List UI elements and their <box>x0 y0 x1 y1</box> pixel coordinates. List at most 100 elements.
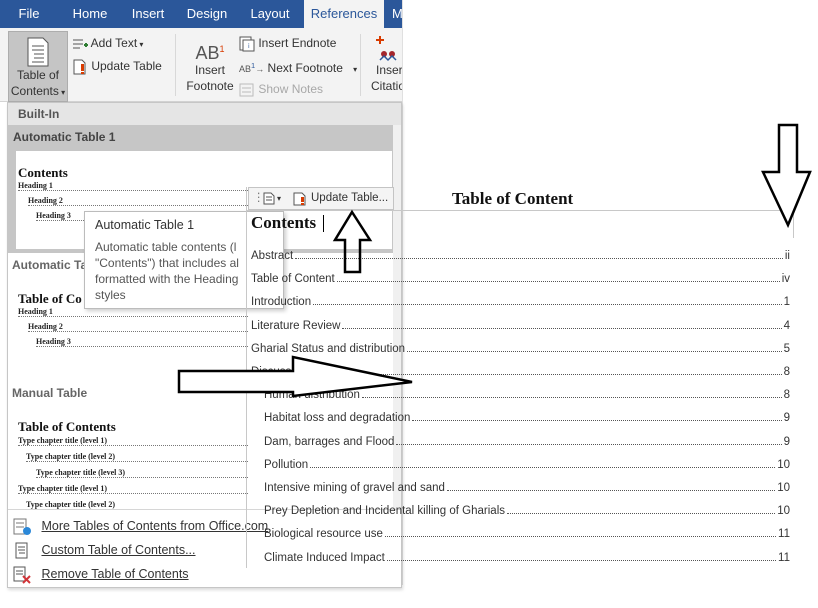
toc-entry-text: Habitat loss and degradation <box>264 412 411 424</box>
toc-entry[interactable]: Climate Induced Impact 11 <box>264 548 790 564</box>
remove-toc-menu-item[interactable]: Remove Table of Contents <box>12 562 189 586</box>
insert-citation-label-1: Inser <box>376 63 402 77</box>
custom-toc-label: Custom Table of Contents... <box>41 543 196 557</box>
toc-entry-text: Discussion <box>251 366 307 378</box>
toc-entry-page: 9 <box>783 412 790 424</box>
gallery-item-automatic-table-1-title[interactable]: Automatic Table 1 <box>8 125 401 149</box>
toc-entry-page: 10 <box>777 459 790 471</box>
toc-dot-leader <box>407 351 782 352</box>
gallery-item-automatic-table-2-title[interactable]: Automatic Ta <box>12 258 87 272</box>
toc-entry[interactable]: Abstract ii <box>251 246 790 262</box>
update-table-icon <box>293 192 306 206</box>
toc-entry-page: 10 <box>777 482 790 494</box>
preview-chapter-level-2: Type chapter title (level 2) <box>26 452 248 462</box>
ribbon-panel: Table of Contents ▾ Add Text ▾ Update Ta… <box>0 28 402 102</box>
toc-dot-leader <box>336 281 780 282</box>
next-footnote-button[interactable]: AB1→ Next Footnote ▾ <box>239 56 357 76</box>
preview-heading-1: Heading 1 <box>18 181 248 191</box>
toc-entry-text: Dam, barrages and Flood <box>264 436 395 448</box>
toc-dot-leader <box>412 420 782 421</box>
update-table-icon <box>73 59 86 75</box>
toc-entry[interactable]: Discussion 8 <box>251 362 790 378</box>
add-text-button[interactable]: Add Text ▾ <box>72 33 143 53</box>
toc-menu-icon[interactable] <box>263 192 275 205</box>
insert-endnote-button[interactable]: i Insert Endnote <box>239 33 336 53</box>
toc-entry-page: 11 <box>778 552 790 564</box>
toc-button-label-1: Table of <box>16 68 60 82</box>
show-notes-icon <box>239 83 254 97</box>
toc-control-tab[interactable]: ⋮ ▾ Update Table... <box>248 187 394 210</box>
tab-design[interactable]: Design <box>180 0 234 28</box>
toc-entry-text: Intensive mining of gravel and sand <box>264 482 445 494</box>
preview-chapter-level-1: Type chapter title (level 1) <box>18 484 248 494</box>
preview-chapter-level-3: Type chapter title (level 3) <box>36 468 248 478</box>
insert-citation-button[interactable]: Inser Citatio <box>366 34 402 100</box>
toc-entry-page: 5 <box>783 343 790 355</box>
gallery-section-builtin: Built-In <box>8 103 401 125</box>
tab-insert[interactable]: Insert <box>122 0 174 28</box>
insert-endnote-icon: i <box>239 36 255 52</box>
preview-heading-2: Heading 2 <box>28 322 248 332</box>
toc-entry-text: Biological resource use <box>264 528 383 540</box>
more-tables-label: More Tables of Contents from Office.com <box>41 519 269 533</box>
text-cursor <box>323 215 324 232</box>
insert-citation-label-2: Citatio <box>371 79 402 93</box>
toc-dot-leader <box>361 397 782 398</box>
toc-entry-page: ii <box>784 250 790 262</box>
toc-dot-leader <box>313 304 782 305</box>
toc-entry[interactable]: Habitat loss and degradation 9 <box>264 408 790 424</box>
preview-chapter-level-2: Type chapter title (level 2) <box>26 500 248 509</box>
insert-endnote-label: Insert Endnote <box>258 36 337 50</box>
tab-mailings[interactable]: M <box>392 0 402 28</box>
toc-entry-text: Pollution <box>264 459 309 471</box>
preview-chapter-level-1: Type chapter title (level 1) <box>18 436 248 446</box>
preview-heading-2: Heading 2 <box>28 196 248 206</box>
ribbon-separator <box>175 34 176 96</box>
show-notes-button[interactable]: Show Notes <box>239 79 323 99</box>
toc-dot-leader <box>386 560 777 561</box>
toc-entry-page: 1 <box>783 296 790 308</box>
table-of-contents-button[interactable]: Table of Contents ▾ <box>8 31 68 102</box>
add-text-label: Add Text <box>90 36 138 50</box>
update-table-button[interactable]: Update Table <box>72 56 162 76</box>
drag-handle-icon[interactable]: ⋮ <box>253 188 264 209</box>
toc-entry[interactable]: Literature Review 4 <box>251 316 790 332</box>
tab-file[interactable]: File <box>0 0 58 28</box>
toc-entry-text: Abstract <box>251 250 294 262</box>
toc-entry[interactable]: Pollution 10 <box>264 455 790 471</box>
toc-entry[interactable]: Introduction 1 <box>251 292 790 308</box>
toc-entry-page: 9 <box>783 436 790 448</box>
update-table-tab-button[interactable]: Update Table... <box>311 188 388 209</box>
toc-entry[interactable]: Intensive mining of gravel and sand 10 <box>264 478 790 494</box>
table-of-contents-icon <box>27 37 49 67</box>
toc-entry-page: 4 <box>783 320 790 332</box>
toc-dot-leader <box>446 490 776 491</box>
more-tables-menu-item[interactable]: More Tables of Contents from Office.com <box>12 514 268 538</box>
toc-entry[interactable]: Dam, barrages and Flood 9 <box>264 432 790 448</box>
insert-footnote-button[interactable]: AB1 Insert Footnote <box>182 36 238 100</box>
toc-entry[interactable]: Human distribution 8 <box>264 385 790 401</box>
tab-layout[interactable]: Layout <box>242 0 298 28</box>
contents-heading: Contents <box>251 213 317 232</box>
toc-dot-leader <box>295 258 783 259</box>
toc-entry-page: 8 <box>783 389 790 401</box>
gallery-item-manual-table-title[interactable]: Manual Table <box>12 386 87 400</box>
toc-entry-text: Table of Content <box>251 273 335 285</box>
toc-content-control-border <box>246 210 794 238</box>
toc-entry[interactable]: Prey Depletion and Incidental killing of… <box>264 501 790 517</box>
preview-toc-title: Table of Contents <box>18 419 116 434</box>
toc-entry[interactable]: Biological resource use 11 <box>264 524 790 540</box>
custom-toc-menu-item[interactable]: Custom Table of Contents... <box>12 538 196 562</box>
toc-entry[interactable]: Table of Content iv <box>251 269 790 285</box>
chevron-down-icon[interactable]: ▾ <box>277 188 281 209</box>
insert-citation-icon <box>376 36 397 62</box>
tab-references[interactable]: References <box>304 0 384 28</box>
insert-footnote-label-2: Footnote <box>186 79 234 93</box>
toc-entry[interactable]: Gharial Status and distribution 5 <box>251 339 790 355</box>
ribbon-separator <box>360 34 361 96</box>
toc-button-label-2: Contents ▾ <box>10 84 66 98</box>
toc-entry-text: Climate Induced Impact <box>264 552 385 564</box>
toc-entry-page: 11 <box>778 528 790 540</box>
tab-home[interactable]: Home <box>62 0 118 28</box>
toc-entry-page: 10 <box>777 505 790 517</box>
